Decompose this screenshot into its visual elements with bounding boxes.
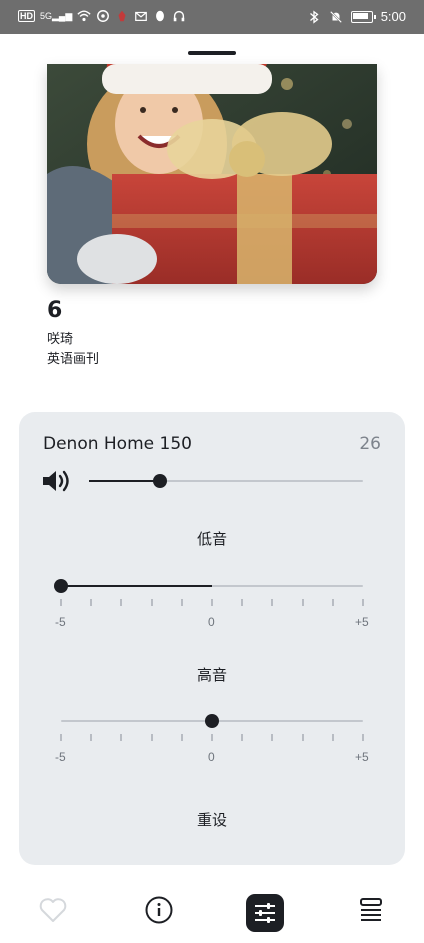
bass-tick <box>271 599 274 606</box>
treble-tick <box>120 734 123 741</box>
bass-ticks <box>60 599 364 607</box>
volume-slider[interactable] <box>89 469 363 493</box>
mail-icon <box>135 11 148 21</box>
bass-max-label: +5 <box>355 615 369 629</box>
speaker-icon[interactable] <box>41 469 73 493</box>
favorite-icon <box>39 898 67 922</box>
bottom-nav <box>0 883 424 943</box>
bass-tick <box>301 599 304 606</box>
bass-tick <box>120 599 123 606</box>
treble-tick <box>60 734 62 741</box>
device-name: Denon Home 150 <box>43 434 192 454</box>
bass-tick <box>60 599 62 606</box>
treble-tick <box>180 734 183 741</box>
treble-mid-label: 0 <box>208 750 215 764</box>
wifi-icon <box>77 10 91 22</box>
app-icon <box>97 10 110 22</box>
hd-icon: HD <box>18 10 35 22</box>
volume-slider-thumb[interactable] <box>153 474 168 488</box>
album-artwork <box>47 64 377 284</box>
reset-button[interactable]: 重设 <box>162 806 262 834</box>
bass-mid-label: 0 <box>208 615 215 629</box>
mute-icon <box>329 10 342 23</box>
bass-tick <box>90 599 93 606</box>
bass-min-label: -5 <box>55 615 66 629</box>
treble-tick <box>150 734 153 741</box>
device-control-panel: Denon Home 150 26 低音 -5 0 +5 高音 -5 0 +5 … <box>19 412 405 865</box>
headphones-icon <box>174 10 185 22</box>
bass-tick <box>362 599 364 606</box>
signal-icon: 5G▂▄▆ <box>40 10 73 21</box>
status-bar-left: HD 5G▂▄▆ <box>18 9 186 23</box>
treble-tick <box>211 734 213 741</box>
treble-min-label: -5 <box>55 750 66 764</box>
queue-button[interactable] <box>351 895 391 935</box>
treble-tick <box>331 734 334 741</box>
treble-tick <box>90 734 93 741</box>
bass-slider-thumb[interactable] <box>54 579 68 593</box>
treble-slider[interactable] <box>61 709 363 733</box>
bluetooth-icon <box>309 9 319 24</box>
status-bar: HD 5G▂▄▆ 5:00 <box>0 0 424 34</box>
treble-tick <box>241 734 244 741</box>
treble-slider-thumb[interactable] <box>205 714 219 728</box>
track-number: 6 <box>47 298 63 323</box>
bass-slider[interactable] <box>54 574 363 598</box>
notification-icon <box>118 10 126 22</box>
treble-tick <box>271 734 274 741</box>
treble-tick <box>301 734 304 741</box>
favorite-button[interactable] <box>33 895 73 935</box>
network-label: 5G <box>40 10 53 21</box>
bass-tick <box>331 599 334 606</box>
equalizer-icon <box>255 903 275 923</box>
bass-tick <box>211 599 213 606</box>
treble-tick <box>362 734 364 741</box>
volume-slider-fill <box>89 480 161 482</box>
track-album: 英语画刊 <box>47 352 100 367</box>
bass-tick <box>180 599 183 606</box>
treble-max-label: +5 <box>355 750 369 764</box>
battery-icon <box>350 10 376 23</box>
sheet-drag-handle[interactable] <box>188 51 236 55</box>
info-icon <box>145 896 173 924</box>
bass-slider-fill <box>61 585 212 587</box>
status-bar-right: 5:00 <box>307 9 406 24</box>
status-time: 5:00 <box>380 9 406 24</box>
volume-value: 26 <box>359 434 381 454</box>
track-title: 咲琦 <box>47 332 74 347</box>
treble-label: 高音 <box>196 666 227 684</box>
info-button[interactable] <box>139 895 179 935</box>
bass-tick <box>241 599 244 606</box>
qq-icon <box>156 10 165 22</box>
treble-ticks <box>60 734 364 742</box>
queue-icon <box>360 898 382 921</box>
equalizer-button[interactable] <box>246 894 284 932</box>
bass-tick <box>150 599 153 606</box>
bass-label: 低音 <box>196 530 227 548</box>
